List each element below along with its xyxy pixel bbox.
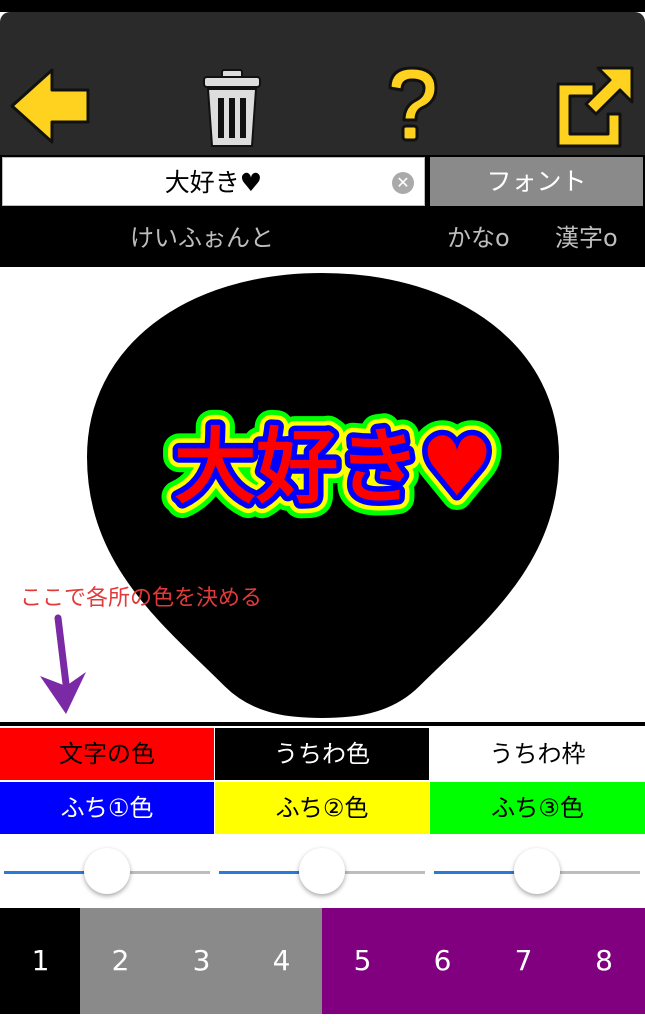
uchiwa-color-button[interactable]: うちわ色 (215, 728, 429, 780)
text-color-button[interactable]: 文字の色 (0, 728, 214, 780)
annotation-text: ここで各所の色を決める (20, 586, 263, 611)
bottom-strip (0, 1014, 645, 1024)
back-button[interactable] (8, 62, 92, 152)
uchiwa-canvas: 大好き♥ 大好き♥ 大好き♥ 大好き♥ (84, 270, 562, 721)
share-button[interactable] (552, 62, 636, 152)
border1-width-slider[interactable] (0, 840, 214, 904)
back-arrow-icon (10, 68, 90, 144)
slider-thumb[interactable] (84, 848, 130, 894)
font-name[interactable]: けいふぉんと (130, 209, 274, 267)
number-button-4[interactable]: 4 (241, 908, 322, 1014)
font-info-row: けいふぉんと かなo 漢字o (0, 209, 645, 267)
help-button[interactable] (380, 62, 444, 152)
slider-thumb[interactable] (514, 848, 560, 894)
clear-text-icon[interactable]: ✕ (392, 172, 414, 194)
share-icon (556, 66, 634, 148)
font-button[interactable]: フォント (430, 157, 643, 206)
border3-width-slider[interactable] (430, 840, 644, 904)
uchiwa-preview: 大好き♥ 大好き♥ 大好き♥ 大好き♥ (0, 267, 645, 722)
preview-text: 大好き♥ (174, 420, 494, 515)
number-button-3[interactable]: 3 (161, 908, 242, 1014)
number-button-7[interactable]: 7 (483, 908, 564, 1014)
border1-color-button[interactable]: ふち①色 (0, 782, 214, 834)
slider-thumb[interactable] (299, 848, 345, 894)
delete-button[interactable] (200, 62, 264, 152)
number-button-5[interactable]: 5 (322, 908, 403, 1014)
annotation-arrow-icon (40, 614, 86, 714)
trash-icon (203, 69, 261, 147)
preview-divider (0, 722, 645, 726)
border2-color-button[interactable]: ふち②色 (215, 782, 429, 834)
question-icon (388, 66, 438, 142)
border3-color-button[interactable]: ふち③色 (430, 782, 645, 834)
kanji-toggle[interactable]: 漢字o (555, 209, 618, 267)
number-button-1[interactable]: 1 (0, 908, 81, 1014)
text-input[interactable]: 大好き♥ (2, 157, 425, 206)
kana-toggle[interactable]: かなo (447, 209, 510, 267)
text-input-row: 大好き♥ ✕ フォント (0, 155, 645, 209)
toolbar (0, 12, 645, 155)
top-strip (0, 0, 645, 12)
number-button-2[interactable]: 2 (80, 908, 161, 1014)
number-button-6[interactable]: 6 (402, 908, 483, 1014)
border2-width-slider[interactable] (215, 840, 429, 904)
number-button-8[interactable]: 8 (563, 908, 645, 1014)
uchiwa-frame-button[interactable]: うちわ枠 (430, 728, 645, 780)
number-button-row: 1 2 3 4 5 6 7 8 (0, 908, 645, 1014)
